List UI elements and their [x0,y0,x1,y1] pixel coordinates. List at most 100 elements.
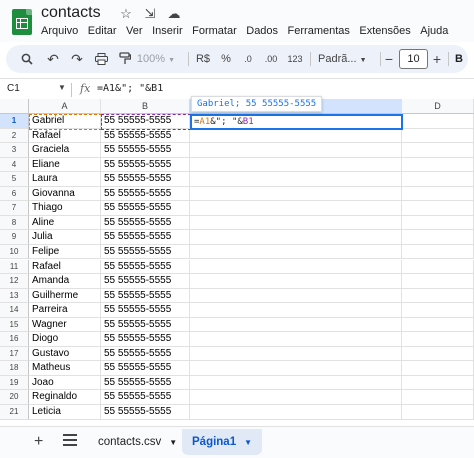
cell-c[interactable] [190,172,402,187]
cell-d[interactable] [402,288,474,304]
cell-d[interactable] [402,215,474,231]
cell-b[interactable]: 55 55555-5555 [101,390,190,405]
cell-d[interactable] [402,157,474,173]
row-header[interactable]: 17 [0,346,29,362]
cell-a[interactable]: Matheus [29,361,101,376]
cell-d[interactable] [402,346,474,362]
cell-b[interactable]: 55 55555-5555 [101,346,190,362]
cell-c[interactable] [190,259,402,275]
row-header[interactable]: 18 [0,361,29,376]
cell-b[interactable]: 55 55555-5555 [101,215,190,231]
cell-a[interactable]: Thiago [29,201,101,216]
cell-b[interactable]: 55 55555-5555 [101,172,190,187]
spreadsheet-grid[interactable]: A B C D 1Gabriel55 55555-55552Rafael55 5… [0,99,474,425]
currency-format-button[interactable]: R$ [192,45,214,73]
cell-d[interactable] [402,332,474,347]
cell-c[interactable] [190,157,402,173]
row-header[interactable]: 9 [0,230,29,245]
row-header[interactable]: 8 [0,215,29,231]
menu-formatar[interactable]: Formatar [192,25,237,37]
redo-icon[interactable]: ↷ [68,45,86,73]
row-header[interactable]: 12 [0,274,29,289]
bold-button[interactable]: B [452,45,466,73]
cell-b[interactable]: 55 55555-5555 [101,259,190,275]
menu-editar[interactable]: Editar [88,25,117,37]
cell-b[interactable]: 55 55555-5555 [101,157,190,173]
cell-d[interactable] [402,317,474,333]
column-header-a[interactable]: A [29,99,101,114]
cell-a[interactable]: Wagner [29,317,101,333]
cell-d[interactable] [402,274,474,289]
cell-c[interactable] [190,361,402,376]
row-header[interactable]: 2 [0,128,29,144]
add-sheet-button[interactable]: + [34,433,43,451]
cell-a[interactable]: Reginaldo [29,390,101,405]
row-header[interactable]: 13 [0,288,29,304]
cell-b[interactable]: 55 55555-5555 [101,303,190,318]
cell-b[interactable]: 55 55555-5555 [101,332,190,347]
row-header[interactable]: 20 [0,390,29,405]
move-folder-icon[interactable]: ⇲ [142,6,158,22]
paint-format-icon[interactable] [116,45,134,73]
cell-b[interactable]: 55 55555-5555 [101,405,190,420]
cell-a[interactable]: Felipe [29,244,101,260]
cell-b[interactable]: 55 55555-5555 [101,361,190,376]
row-header[interactable]: 19 [0,375,29,391]
menu-ajuda[interactable]: Ajuda [420,25,448,37]
cell-d[interactable] [402,172,474,187]
column-header-b[interactable]: B [101,99,190,114]
print-icon[interactable] [92,45,110,73]
menu-inserir[interactable]: Inserir [152,25,183,37]
menu-extensoes[interactable]: Extensões [359,25,410,37]
row-header[interactable]: 1 [0,114,29,129]
zoom-select[interactable]: 100% ▼ [136,45,176,73]
cell-a[interactable]: Aline [29,215,101,231]
row-header[interactable]: 11 [0,259,29,275]
name-box[interactable]: C1 [7,83,20,94]
chevron-down-icon[interactable]: ▼ [169,438,177,447]
cell-b[interactable]: 55 55555-5555 [101,143,190,158]
cell-c[interactable] [190,288,402,304]
cell-a[interactable]: Giovanna [29,186,101,202]
row-header[interactable]: 10 [0,244,29,260]
column-header-d[interactable]: D [402,99,474,114]
menu-ver[interactable]: Ver [126,25,143,37]
number-format-button[interactable]: 123 [284,45,306,73]
cell-c[interactable] [190,244,402,260]
sheet-tab-contacts[interactable]: contacts.csv ▼ [88,429,187,455]
cell-a[interactable]: Eliane [29,157,101,173]
cell-d[interactable] [402,361,474,376]
formula-input[interactable]: =A1&"; "&B1 [97,83,163,94]
cell-c[interactable] [190,230,402,245]
cell-d[interactable] [402,186,474,202]
cell-a[interactable]: Graciela [29,143,101,158]
all-sheets-menu-icon[interactable] [63,434,77,446]
chevron-down-icon[interactable]: ▼ [58,83,66,92]
select-all-corner[interactable] [0,99,29,114]
cell-d[interactable] [402,114,474,129]
row-header[interactable]: 21 [0,405,29,420]
cell-a[interactable]: Julia [29,230,101,245]
cell-b[interactable]: 55 55555-5555 [101,274,190,289]
cell-c[interactable] [190,317,402,333]
cell-b[interactable]: 55 55555-5555 [101,128,190,144]
cell-c[interactable] [190,405,402,420]
cell-b[interactable]: 55 55555-5555 [101,230,190,245]
row-header[interactable]: 6 [0,186,29,202]
menu-ferramentas[interactable]: Ferramentas [288,25,350,37]
cell-a[interactable]: Gabriel [29,114,101,129]
cell-a[interactable]: Gustavo [29,346,101,362]
cell-a[interactable]: Parreira [29,303,101,318]
cell-c[interactable] [190,186,402,202]
cell-a[interactable]: Rafael [29,128,101,144]
menu-arquivo[interactable]: Arquivo [41,25,78,37]
cell-d[interactable] [402,259,474,275]
cell-c[interactable] [190,375,402,391]
chevron-down-icon[interactable]: ▼ [244,438,252,447]
cell-b[interactable]: 55 55555-5555 [101,114,190,129]
cell-d[interactable] [402,390,474,405]
row-header[interactable]: 15 [0,317,29,333]
cell-a[interactable]: Joao [29,375,101,391]
cell-d[interactable] [402,230,474,245]
row-header[interactable]: 4 [0,157,29,173]
